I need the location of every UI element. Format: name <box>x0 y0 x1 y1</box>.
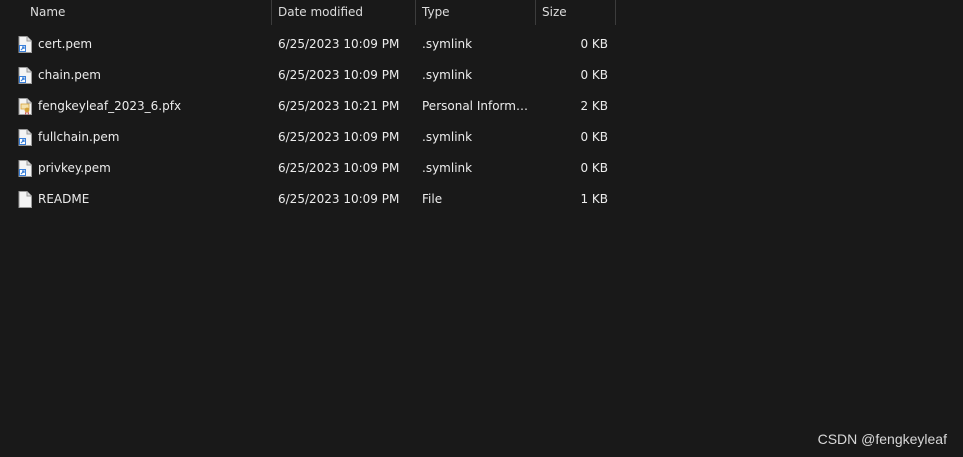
file-size: 0 KB <box>580 37 608 51</box>
file-name: privkey.pem <box>38 161 111 175</box>
file-row[interactable]: chain.pem 6/25/2023 10:09 PM .symlink 0 … <box>0 60 616 91</box>
name-column-divider[interactable] <box>0 0 272 25</box>
file-row[interactable]: README 6/25/2023 10:09 PM File 1 KB <box>0 184 616 215</box>
file-size: 0 KB <box>580 130 608 144</box>
file-date-modified: 6/25/2023 10:09 PM <box>278 130 400 144</box>
file-type: File <box>422 192 443 206</box>
file-date-modified: 6/25/2023 10:09 PM <box>278 37 400 51</box>
file-size: 0 KB <box>580 161 608 175</box>
size-column-header[interactable]: Size <box>536 0 616 25</box>
certificate-file-icon <box>18 98 32 115</box>
type-column-header[interactable]: Type <box>416 0 536 25</box>
symlink-file-icon <box>18 160 32 177</box>
file-date-modified: 6/25/2023 10:09 PM <box>278 68 400 82</box>
file-name: fengkeyleaf_2023_6.pfx <box>38 99 182 113</box>
file-size: 1 KB <box>580 192 608 206</box>
file-name: README <box>38 192 90 206</box>
file-row[interactable]: cert.pem 6/25/2023 10:09 PM .symlink 0 K… <box>0 29 616 60</box>
date-column-header[interactable]: Date modified <box>272 0 416 25</box>
file-row[interactable]: privkey.pem 6/25/2023 10:09 PM .symlink … <box>0 153 616 184</box>
file-row[interactable]: fullchain.pem 6/25/2023 10:09 PM .symlin… <box>0 122 616 153</box>
column-header-bar: Name ^ Date modified Type Size <box>0 0 963 25</box>
file-size: 2 KB <box>580 99 608 113</box>
symlink-file-icon <box>18 129 32 146</box>
file-name: fullchain.pem <box>38 130 120 144</box>
file-date-modified: 6/25/2023 10:21 PM <box>278 99 400 113</box>
file-type: .symlink <box>422 68 473 82</box>
file-type: Personal Informati... <box>422 99 534 113</box>
size-column-label: Size <box>542 5 567 19</box>
symlink-file-icon <box>18 36 32 53</box>
file-size: 0 KB <box>580 68 608 82</box>
file-name: cert.pem <box>38 37 93 51</box>
type-column-label: Type <box>422 5 450 19</box>
file-row[interactable]: fengkeyleaf_2023_6.pfx 6/25/2023 10:21 P… <box>0 91 616 122</box>
file-type: .symlink <box>422 130 473 144</box>
file-name: chain.pem <box>38 68 101 82</box>
file-type: .symlink <box>422 37 473 51</box>
file-date-modified: 6/25/2023 10:09 PM <box>278 192 400 206</box>
file-type: .symlink <box>422 161 473 175</box>
file-date-modified: 6/25/2023 10:09 PM <box>278 161 400 175</box>
symlink-file-icon <box>18 67 32 84</box>
generic-file-icon <box>18 191 32 208</box>
csdn-watermark: CSDN @fengkeyleaf <box>817 431 947 447</box>
date-column-label: Date modified <box>278 5 364 19</box>
